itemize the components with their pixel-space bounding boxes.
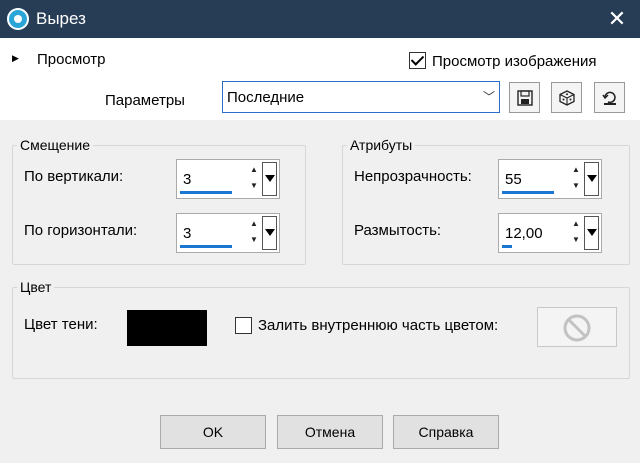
presets-label: Параметры	[105, 92, 185, 109]
spin-up-icon[interactable]: ▲	[569, 216, 583, 232]
triangle-right-icon[interactable]: ▶	[12, 53, 19, 64]
dice-icon	[559, 90, 575, 106]
presets-dropdown[interactable]: Последние ﹀	[222, 81, 500, 113]
blur-level	[502, 245, 512, 248]
blur-stepper[interactable]: 12,00 ▲ ▼	[498, 213, 602, 253]
slider-dropdown-icon[interactable]	[262, 162, 277, 196]
blur-label: Размытость:	[354, 222, 442, 239]
spin-up-icon[interactable]: ▲	[247, 216, 261, 232]
window-title: Вырез	[36, 9, 86, 28]
image-preview-label[interactable]: Просмотр изображения	[432, 53, 597, 70]
random-preset-button[interactable]	[551, 82, 582, 113]
reset-icon	[602, 91, 616, 105]
fill-interior-label[interactable]: Залить внутреннюю часть цветом:	[258, 317, 498, 334]
color-title: Цвет	[17, 279, 55, 295]
slider-dropdown-icon[interactable]	[584, 162, 599, 196]
horizontal-offset-label: По горизонтали:	[24, 222, 138, 239]
chevron-down-icon: ﹀	[482, 90, 495, 104]
reset-preset-button[interactable]	[594, 82, 625, 113]
spin-down-icon[interactable]: ▼	[569, 232, 583, 248]
spin-down-icon[interactable]: ▼	[247, 232, 261, 248]
ok-button[interactable]: OK	[160, 415, 266, 449]
shadow-color-label: Цвет тени:	[24, 316, 98, 333]
vertical-offset-value[interactable]: 3	[183, 171, 191, 188]
spin-down-icon[interactable]: ▼	[569, 178, 583, 194]
fill-interior-checkbox[interactable]	[235, 317, 252, 334]
cutout-app-icon	[7, 8, 29, 30]
horizontal-offset-level	[180, 245, 232, 248]
horizontal-offset-value[interactable]: 3	[183, 225, 191, 242]
opacity-label: Непрозрачность:	[354, 168, 472, 185]
slider-dropdown-icon[interactable]	[584, 216, 599, 250]
preview-label[interactable]: Просмотр	[37, 51, 106, 68]
spin-down-icon[interactable]: ▼	[247, 178, 261, 194]
opacity-stepper[interactable]: 55 ▲ ▼	[498, 159, 602, 199]
offset-title: Смещение	[17, 137, 94, 153]
spin-up-icon[interactable]: ▲	[247, 162, 261, 178]
opacity-level	[502, 191, 554, 194]
image-preview-checkbox[interactable]	[409, 52, 426, 69]
cancel-button[interactable]: Отмена	[277, 415, 383, 449]
save-preset-button[interactable]	[509, 82, 540, 113]
no-symbol-icon	[563, 314, 591, 342]
presets-selected: Последние	[227, 89, 305, 106]
title-bar: Вырез ✕	[0, 0, 640, 38]
attributes-title: Атрибуты	[347, 137, 416, 153]
opacity-value[interactable]: 55	[505, 171, 522, 188]
vertical-offset-level	[180, 191, 232, 194]
save-icon	[517, 90, 533, 106]
vertical-offset-stepper[interactable]: 3 ▲ ▼	[176, 159, 280, 199]
spin-up-icon[interactable]: ▲	[569, 162, 583, 178]
fill-color-swatch[interactable]	[537, 307, 617, 347]
blur-value[interactable]: 12,00	[505, 225, 543, 242]
horizontal-offset-stepper[interactable]: 3 ▲ ▼	[176, 213, 280, 253]
help-button[interactable]: Справка	[393, 415, 499, 449]
vertical-offset-label: По вертикали:	[24, 168, 124, 185]
shadow-color-swatch[interactable]	[127, 310, 207, 346]
slider-dropdown-icon[interactable]	[262, 216, 277, 250]
close-icon[interactable]: ✕	[594, 0, 640, 38]
